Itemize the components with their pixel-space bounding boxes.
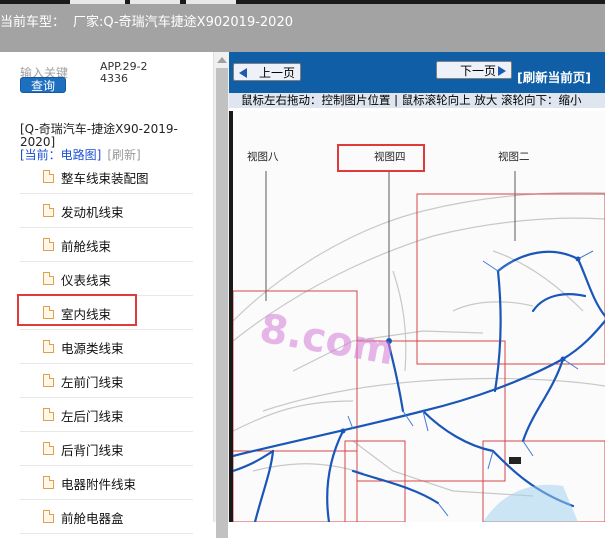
document-icon (43, 170, 54, 183)
document-icon (43, 442, 54, 455)
harness-list-item-label: 后背门线束 (61, 443, 124, 458)
watermark-text: 8.com (256, 306, 398, 375)
watermark-shape (483, 484, 578, 522)
document-icon (43, 238, 54, 251)
view4-highlight (337, 144, 425, 172)
harness-list-item-label: 前舱线束 (61, 239, 112, 254)
document-icon (43, 204, 54, 217)
harness-list: 整车线束装配图 发动机线束 前舱线束 仪表线束 室内线束 电源类线束 左前门线束 左后门线束后… (20, 160, 193, 534)
harness-list-item-label: 电源类线束 (61, 341, 124, 356)
harness-list-item[interactable]: 左前门线束 (20, 364, 193, 398)
prev-page-label: 上一页 (258, 66, 295, 80)
harness-list-item[interactable]: 前舱电器盒 (20, 500, 193, 534)
viewer-toolbar: 上一页 下一页 [刷新当前页] 鼠标左右拖动：控制图片位置 | 鼠标滚轮向上 放… (229, 52, 605, 108)
wiring-diagram: 8.com (233, 171, 605, 522)
harness-list-item-label: 整车线束装配图 (61, 171, 149, 186)
document-icon (43, 408, 54, 421)
harness-list-item-label: 前舱电器盒 (61, 511, 124, 526)
harness-list-item[interactable]: 前舱线束 (20, 228, 193, 262)
selected-item-highlight (17, 294, 137, 326)
next-page-button[interactable]: 下一页 (436, 61, 512, 79)
refresh-page-link[interactable]: [刷新当前页] (517, 67, 591, 86)
diagram-viewer: 上一页 下一页 [刷新当前页] 鼠标左右拖动：控制图片位置 | 鼠标滚轮向上 放… (229, 52, 605, 522)
usage-hint: 鼠标左右拖动：控制图片位置 | 鼠标滚轮向上 放大 滚轮向下：缩小 (229, 93, 605, 108)
view-label-8: 视图八 (247, 151, 279, 163)
document-icon (43, 340, 54, 353)
scroll-up-icon[interactable] (217, 57, 227, 63)
harness-list-item[interactable]: 电源类线束 (20, 330, 193, 364)
document-icon (43, 374, 54, 387)
browser-tab[interactable] (70, 0, 125, 4)
harness-branches (347, 250, 594, 517)
harness-list-item[interactable]: 左后门线束 (20, 398, 193, 432)
vehicle-model: 厂家:Q-奇瑞汽车捷途X902019-2020 (73, 15, 293, 30)
harness-list-item-label: 左后门线束 (61, 409, 124, 424)
title-prefix: 当前车型： (0, 15, 66, 30)
arrow-left-icon (239, 68, 247, 78)
document-icon (43, 272, 54, 285)
harness-list-item-label: 左前门线束 (61, 375, 124, 390)
view-label-2: 视图二 (498, 151, 530, 163)
wiring-diagram-canvas[interactable]: 8.com 视图八 视图四 视图二 (233, 111, 605, 522)
query-button[interactable]: 查询 (20, 77, 66, 93)
harness-list-item[interactable]: 整车线束装配图 (20, 160, 193, 194)
app-code: APP.29-24336 (100, 60, 148, 85)
document-icon (43, 510, 54, 523)
harness-list-item-label: 仪表线束 (61, 273, 112, 288)
harness-list-item-label: 发动机线束 (61, 205, 124, 220)
arrow-right-icon (498, 66, 506, 76)
section-frames (233, 193, 605, 522)
scrollbar-thumb[interactable] (216, 68, 228, 538)
harness-list-item[interactable]: 后背门线束 (20, 432, 193, 466)
harness-list-item[interactable]: 仪表线束 (20, 262, 193, 296)
sidebar-scrollbar[interactable] (213, 52, 230, 538)
harness-list-item-label: 电器附件线束 (61, 477, 137, 492)
harness-list-item[interactable]: 发动机线束 (20, 194, 193, 228)
next-page-label: 下一页 (459, 64, 496, 78)
browser-tab[interactable] (186, 0, 236, 4)
page-title: 当前车型： 厂家:Q-奇瑞汽车捷途X902019-2020 (0, 11, 293, 30)
top-bar: 当前车型： 厂家:Q-奇瑞汽车捷途X902019-2020 (0, 0, 605, 52)
document-icon (43, 476, 54, 489)
harness-list-item[interactable]: 电器附件线束 (20, 466, 193, 500)
prev-page-button[interactable]: 上一页 (233, 63, 301, 81)
browser-tab[interactable] (130, 0, 180, 4)
